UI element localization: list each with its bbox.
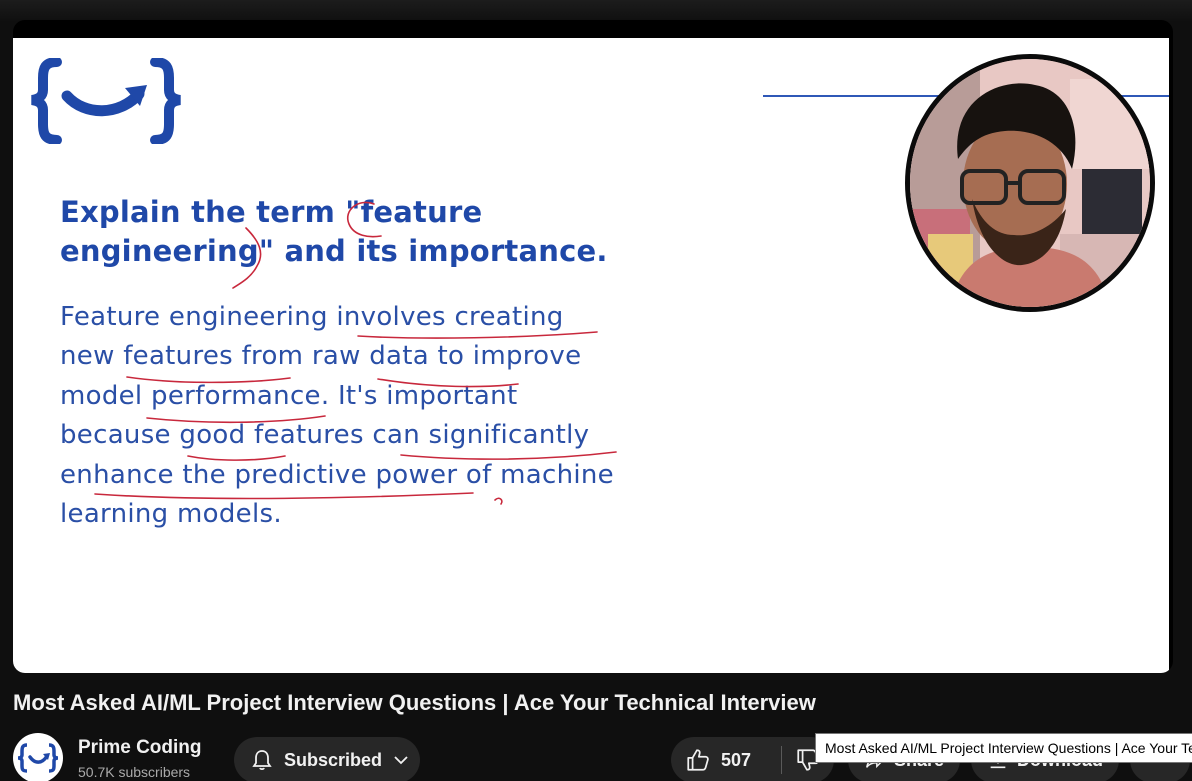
logo-icon [31, 58, 181, 144]
answer-line: enhance the predictive power of machine [60, 459, 614, 490]
answer-line: because good features can significantly [60, 420, 590, 451]
answer-line: learning models. [60, 499, 282, 530]
question-line-1: Explain the term "feature [60, 195, 483, 229]
answer-line: new features from raw data to improve [60, 341, 582, 372]
channel-name[interactable]: Prime Coding [78, 737, 202, 759]
question-line-2: engineering" and its importance. [60, 234, 608, 268]
channel-avatar[interactable] [13, 733, 63, 781]
slide-question: Explain the term "feature engineering" a… [60, 193, 700, 271]
subscriber-count: 50.7K subscribers [78, 764, 191, 780]
thumbs-up-icon [687, 749, 709, 771]
presenter-image [910, 59, 1150, 307]
bell-icon [252, 750, 272, 771]
video-player[interactable]: Explain the term "feature engineering" a… [13, 20, 1173, 673]
logo-icon [17, 743, 59, 773]
subscribe-button[interactable]: Subscribed [234, 737, 420, 781]
title-tooltip: Most Asked AI/ML Project Interview Quest… [815, 733, 1192, 763]
slide-answer: Feature engineering involves creating ne… [60, 298, 700, 534]
like-dislike-group: 507 [671, 737, 834, 781]
video-title: Most Asked AI/ML Project Interview Quest… [13, 690, 816, 715]
answer-line: Feature engineering involves creating [60, 302, 564, 332]
answer-line: model performance. It's important [60, 380, 518, 411]
video-frame-slide[interactable]: Explain the term "feature engineering" a… [13, 38, 1169, 673]
like-button[interactable]: 507 [671, 737, 781, 781]
top-gradient [0, 0, 1192, 22]
chevron-down-icon [394, 756, 408, 765]
like-count: 507 [721, 749, 752, 770]
subscribe-label: Subscribed [284, 749, 383, 770]
webcam-overlay [905, 54, 1155, 312]
